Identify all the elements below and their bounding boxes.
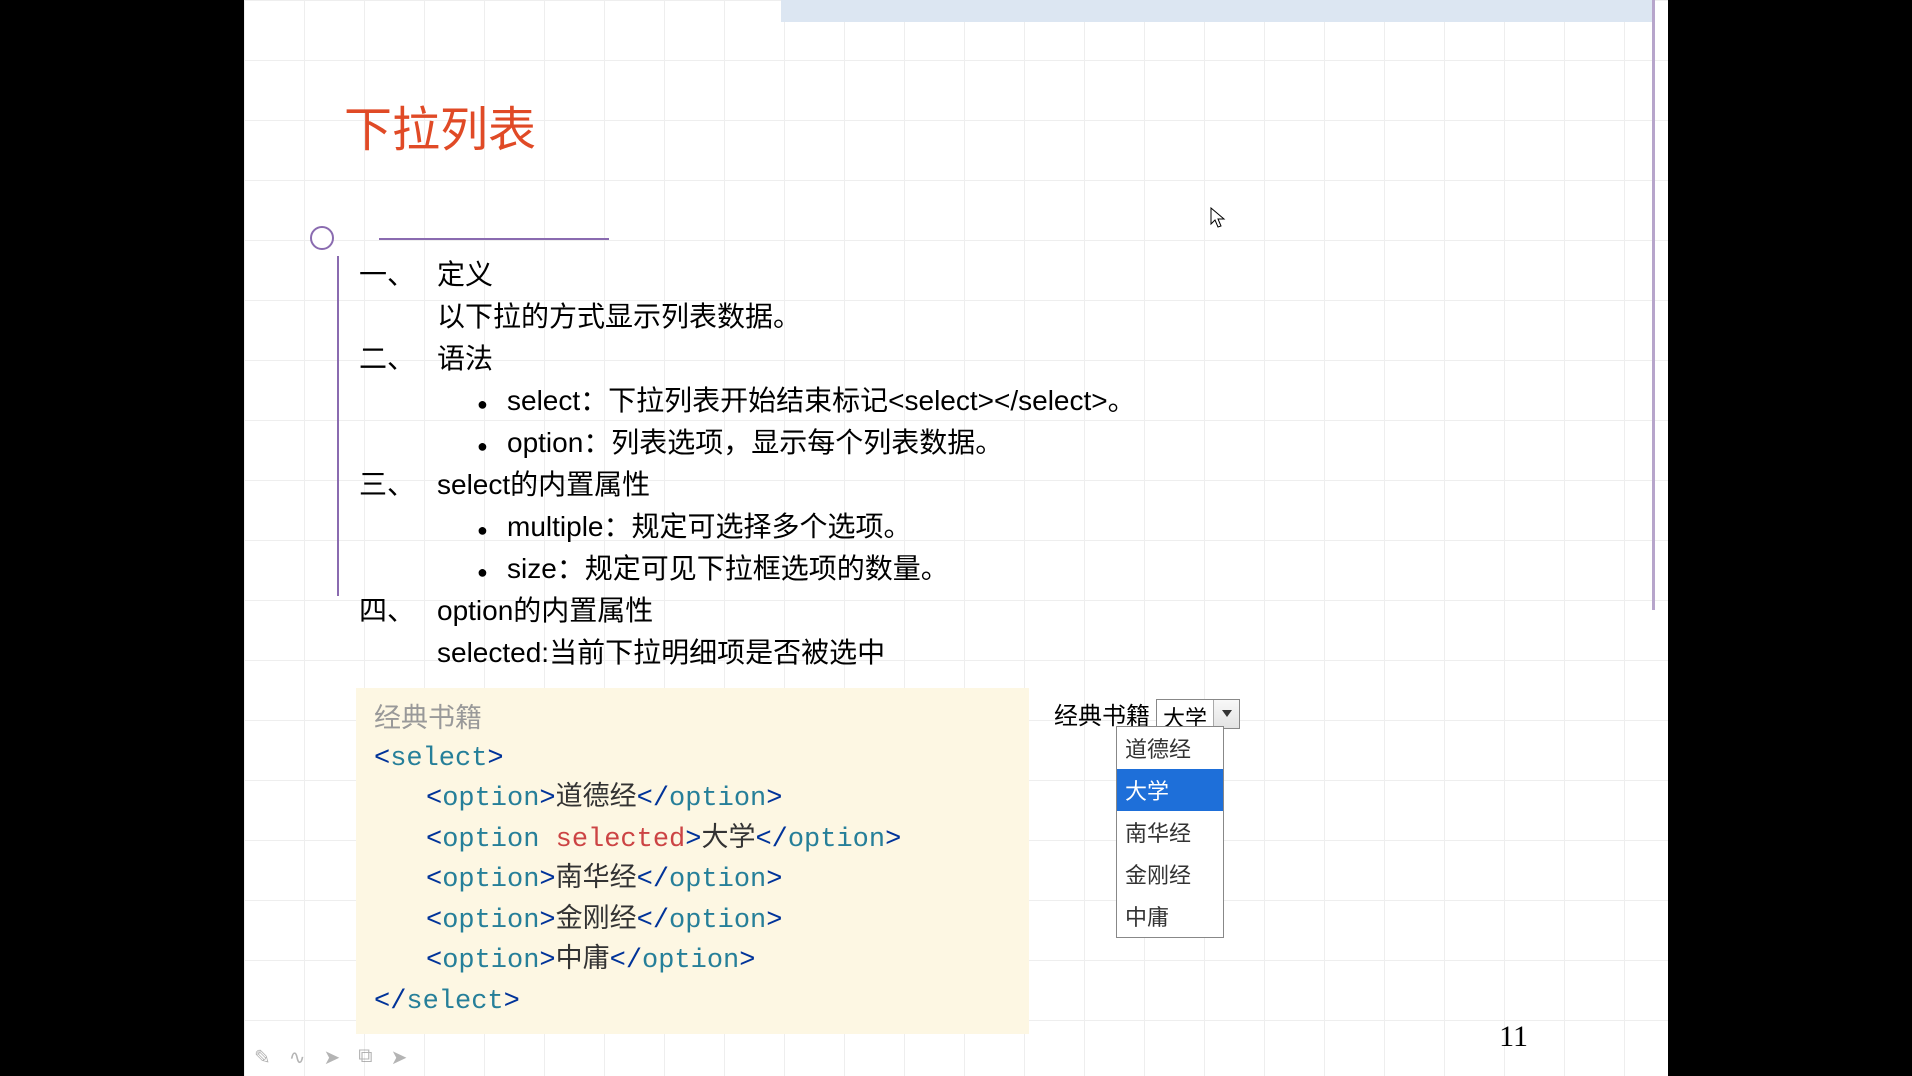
right-purple-divider [1652, 0, 1655, 610]
pen-icon[interactable]: ✎ [254, 1045, 271, 1070]
next-icon[interactable]: ➤ [324, 1045, 341, 1070]
slide-title: 下拉列表 [344, 90, 536, 160]
section-number: 三、 [359, 464, 437, 506]
eraser-icon[interactable]: ⧉ [358, 1045, 372, 1070]
presenter-toolbar: ✎ ∿ ➤ ⧉ ➤ [254, 1045, 407, 1070]
bullet-icon [477, 506, 507, 548]
cursor-icon [1210, 207, 1226, 229]
pointer-icon[interactable]: ➤ [391, 1045, 408, 1070]
section-number: 二、 [359, 338, 437, 380]
section-desc: 以下拉的方式显示列表数据。 [437, 301, 801, 332]
chevron-down-icon[interactable] [1213, 700, 1239, 728]
dropdown-option[interactable]: 中庸 [1117, 895, 1223, 937]
section-label: option的内置属性 [437, 595, 653, 626]
top-highlight-bar [781, 0, 1653, 22]
section-label: 语法 [437, 343, 493, 374]
decorative-vertical-line [337, 256, 339, 596]
section-number: 四、 [359, 590, 437, 632]
dropdown-list: 道德经 大学 南华经 金刚经 中庸 [1116, 726, 1224, 938]
select-value: 大学 [1157, 700, 1213, 728]
wave-icon[interactable]: ∿ [289, 1045, 306, 1070]
dropdown-option-selected[interactable]: 大学 [1117, 769, 1223, 811]
section-number: 一、 [359, 254, 437, 296]
section-desc: selected:当前下拉明细项是否被选中 [437, 637, 885, 668]
slide: 下拉列表 一、定义 以下拉的方式显示列表数据。 二、语法 select：下拉列表… [244, 0, 1668, 1076]
decorative-circle-icon [310, 226, 334, 250]
bullet-icon [477, 380, 507, 422]
code-example: 经典书籍 <select> <option>道德经</option> <opti… [356, 688, 1029, 1034]
dropdown-option[interactable]: 道德经 [1117, 727, 1223, 769]
dropdown-option[interactable]: 南华经 [1117, 811, 1223, 853]
content-body: 一、定义 以下拉的方式显示列表数据。 二、语法 select：下拉列表开始结束标… [359, 254, 1136, 674]
section-label: 定义 [437, 259, 493, 290]
bullet-text: size：规定可见下拉框选项的数量。 [507, 553, 949, 584]
code-label: 经典书籍 [374, 698, 1011, 739]
bullet-icon [477, 422, 507, 464]
dropdown-option[interactable]: 金刚经 [1117, 853, 1223, 895]
bullet-text: multiple：规定可选择多个选项。 [507, 511, 911, 542]
select-dropdown[interactable]: 大学 [1156, 699, 1240, 729]
bullet-text: option：列表选项，显示每个列表数据。 [507, 427, 1003, 458]
decorative-hr [379, 238, 609, 240]
bullet-icon [477, 548, 507, 590]
page-number: 11 [1499, 1020, 1528, 1054]
bullet-text: select：下拉列表开始结束标记<select></select>。 [507, 385, 1136, 416]
section-label: select的内置属性 [437, 469, 650, 500]
